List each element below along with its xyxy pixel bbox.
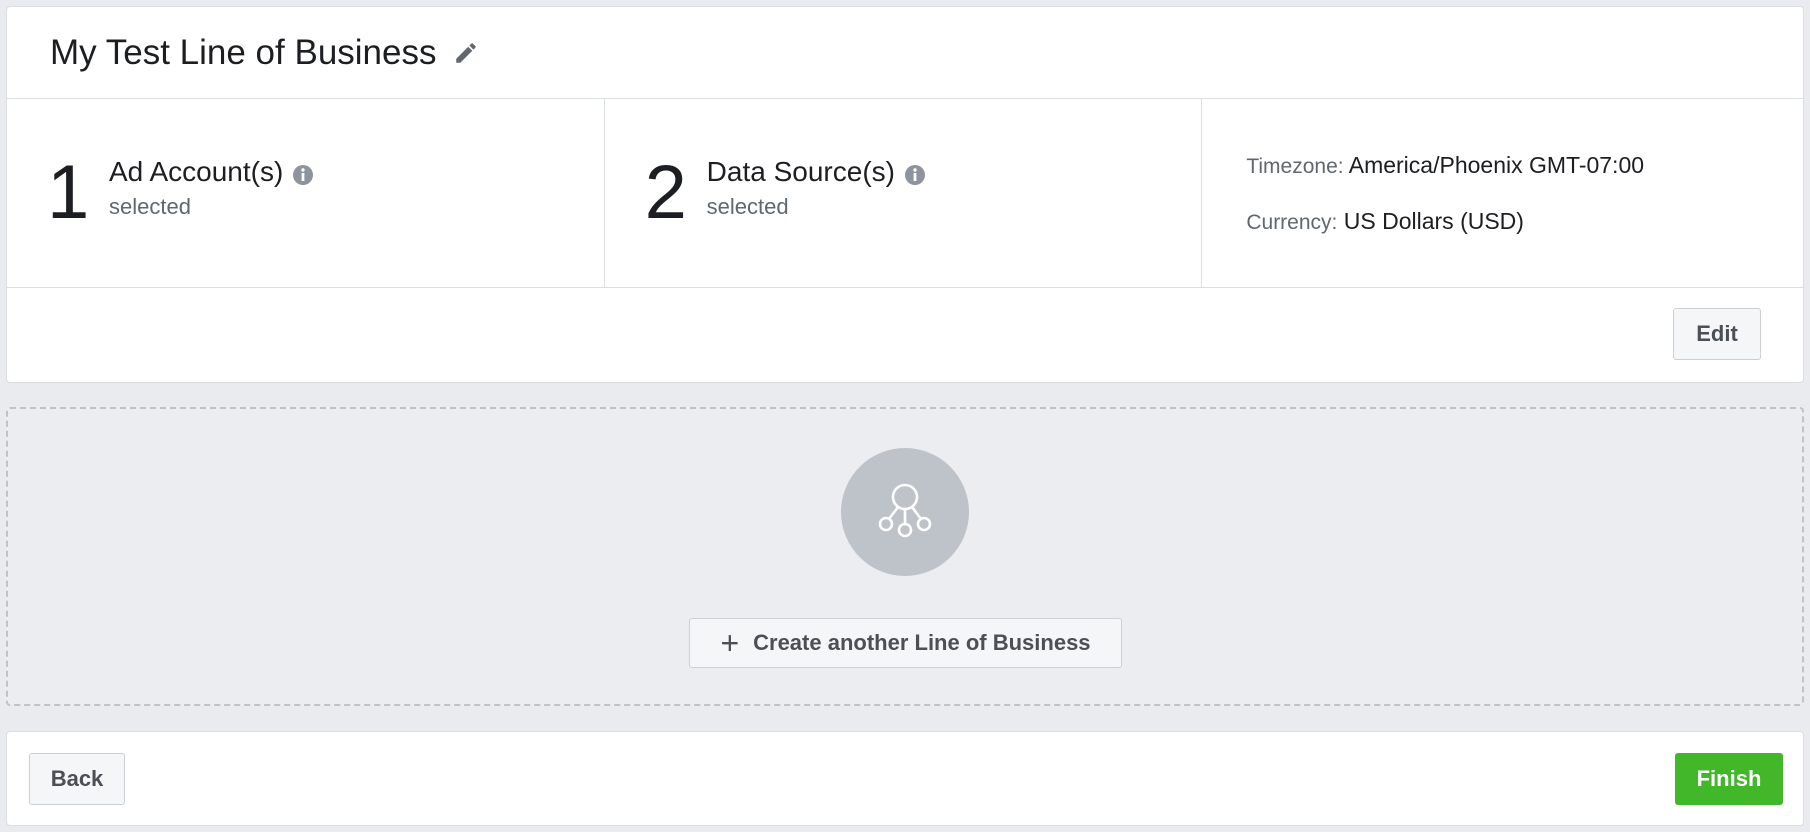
- ad-accounts-sub: selected: [109, 194, 191, 219]
- footer-bar: Back Finish: [6, 731, 1804, 826]
- data-sources-label-group: Data Source(s) selected: [707, 156, 926, 220]
- finish-button[interactable]: Finish: [1675, 753, 1783, 805]
- timezone-line: Timezone: America/Phoenix GMT-07:00: [1246, 151, 1645, 178]
- data-sources-label-row: Data Source(s): [707, 156, 926, 188]
- edit-row: Edit: [7, 288, 1803, 382]
- settings-summary: Timezone: America/Phoenix GMT-07:00 Curr…: [1201, 99, 1803, 287]
- data-sources-stat: 2 Data Source(s) selected: [603, 99, 1202, 287]
- back-button[interactable]: Back: [29, 753, 125, 805]
- data-sources-sub: selected: [706, 194, 789, 219]
- timezone-value: America/Phoenix GMT-07:00: [1348, 151, 1645, 178]
- stats-row: 1 Ad Account(s) selected 2 Data Source(s…: [7, 99, 1803, 288]
- data-sources-count: 2: [644, 150, 687, 235]
- pencil-edit-icon[interactable]: [453, 40, 479, 66]
- ad-accounts-label-group: Ad Account(s) selected: [109, 156, 314, 220]
- info-icon[interactable]: [904, 161, 926, 185]
- currency-value: US Dollars (USD): [1343, 207, 1524, 234]
- create-lob-dropzone: + Create another Line of Business: [6, 407, 1804, 706]
- title-row: My Test Line of Business: [7, 7, 1803, 99]
- lob-title: My Test Line of Business: [50, 32, 437, 72]
- edit-button[interactable]: Edit: [1673, 308, 1761, 360]
- create-another-lob-label: Create another Line of Business: [753, 630, 1091, 655]
- plus-icon: +: [720, 625, 740, 661]
- ad-accounts-label: Ad Account(s): [109, 156, 284, 187]
- ad-accounts-label-row: Ad Account(s): [109, 156, 314, 188]
- currency-line: Currency: US Dollars (USD): [1246, 207, 1524, 234]
- line-of-business-card: My Test Line of Business 1 Ad Account(s): [6, 6, 1804, 383]
- currency-key: Currency:: [1246, 210, 1338, 234]
- line-of-business-icon: [841, 448, 969, 576]
- ad-accounts-count: 1: [47, 150, 90, 235]
- info-icon[interactable]: [292, 161, 314, 185]
- timezone-key: Timezone:: [1246, 154, 1344, 178]
- create-another-lob-button[interactable]: + Create another Line of Business: [689, 618, 1122, 668]
- data-sources-label: Data Source(s): [706, 156, 895, 187]
- ad-accounts-stat: 1 Ad Account(s) selected: [7, 99, 604, 287]
